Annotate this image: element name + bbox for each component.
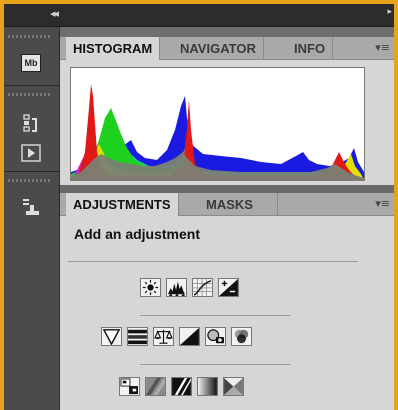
divider	[68, 261, 358, 262]
vibrance-icon[interactable]	[101, 327, 122, 346]
posterize-icon[interactable]	[145, 377, 166, 396]
divider	[140, 364, 290, 365]
dock-grip[interactable]	[8, 35, 52, 38]
actions-play-icon	[21, 144, 41, 162]
add-adjustment-heading: Add an adjustment	[74, 226, 201, 242]
panel-dock-header: ◂◂ ▸	[4, 4, 394, 27]
history-icon	[23, 114, 37, 132]
collapse-icon[interactable]: ◂◂	[50, 7, 59, 20]
tab-navigator[interactable]: NAVIGATOR	[173, 37, 264, 59]
levels-icon[interactable]	[166, 278, 187, 297]
divider	[140, 315, 290, 316]
panel-menu-icon[interactable]: ▾≡	[375, 41, 390, 54]
panel-frame: ◂◂ ▸ Mb HISTOGRAM NAVIGATOR INFO ▾≡ ADJU…	[0, 0, 398, 410]
hue-saturation-icon[interactable]	[127, 327, 148, 346]
black-white-icon[interactable]	[179, 327, 200, 346]
mini-bridge-icon: Mb	[21, 54, 41, 72]
actions-button[interactable]	[16, 141, 46, 165]
panel-divider[interactable]	[60, 185, 394, 193]
panel-header-strip	[60, 27, 394, 37]
adjustment-row-1	[140, 278, 244, 297]
brightness-contrast-icon[interactable]	[140, 278, 161, 297]
selective-color-icon[interactable]	[223, 377, 244, 396]
dock-separator	[4, 171, 59, 172]
histogram-tab-bar: HISTOGRAM NAVIGATOR INFO ▾≡	[60, 37, 394, 60]
exposure-icon[interactable]	[218, 278, 239, 297]
clone-source-icon	[23, 199, 39, 215]
mini-bridge-label: Mb	[24, 58, 38, 68]
tab-info[interactable]: INFO	[287, 37, 334, 59]
panel-group: HISTOGRAM NAVIGATOR INFO ▾≡ ADJUSTMENTS …	[60, 27, 394, 410]
channel-mixer-icon[interactable]	[231, 327, 252, 346]
histogram-chart	[71, 68, 364, 180]
dock-grip[interactable]	[8, 179, 52, 182]
dock-separator	[4, 85, 59, 86]
adjustment-row-2	[101, 327, 257, 346]
history-button[interactable]	[16, 111, 46, 135]
tab-masks[interactable]: MASKS	[199, 193, 278, 215]
adjustment-row-3	[119, 377, 249, 396]
clone-source-button[interactable]	[16, 195, 46, 219]
color-balance-icon[interactable]	[153, 327, 174, 346]
invert-icon[interactable]	[119, 377, 140, 396]
tab-adjustments[interactable]: ADJUSTMENTS	[66, 193, 179, 216]
tab-histogram[interactable]: HISTOGRAM	[66, 37, 161, 60]
dock-grip[interactable]	[8, 93, 52, 96]
threshold-icon[interactable]	[171, 377, 192, 396]
photo-filter-icon[interactable]	[205, 327, 226, 346]
curves-icon[interactable]	[192, 278, 213, 297]
panel-menu-icon[interactable]: ▾≡	[375, 197, 390, 210]
icon-dock: Mb	[4, 27, 60, 410]
adjustments-tab-bar: ADJUSTMENTS MASKS ▾≡	[60, 193, 394, 216]
histogram-graph	[70, 67, 365, 181]
gradient-map-icon[interactable]	[197, 377, 218, 396]
expand-icon[interactable]: ▸	[387, 7, 392, 17]
mini-bridge-button[interactable]: Mb	[16, 51, 46, 75]
